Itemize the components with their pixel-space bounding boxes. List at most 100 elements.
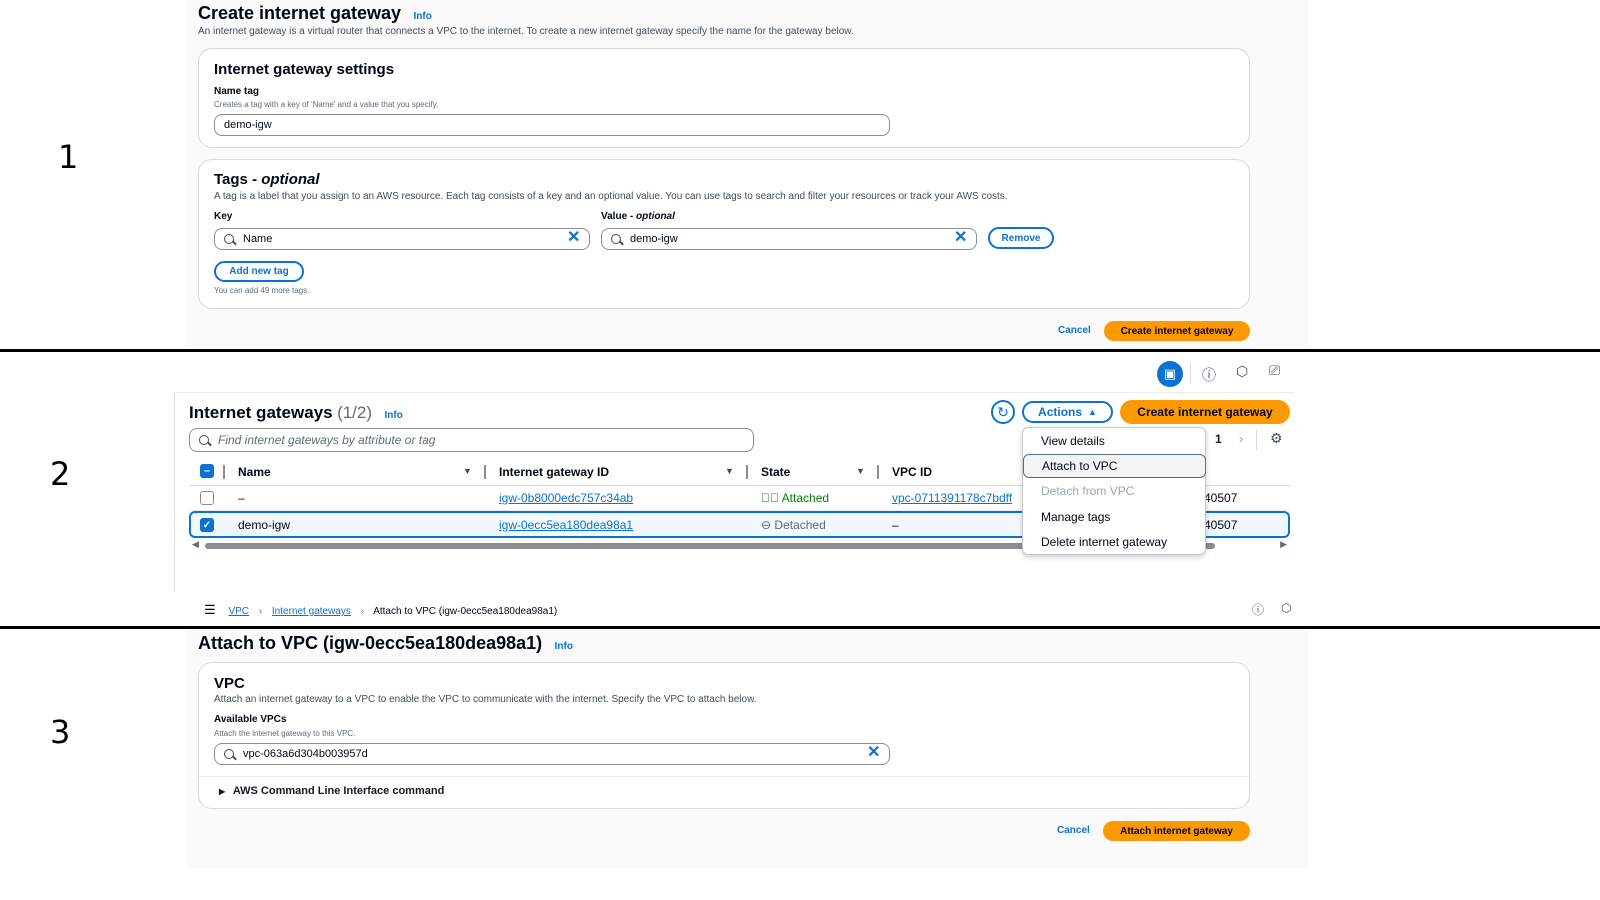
state-text: Detached: [774, 518, 826, 532]
name-tag-hint: Creates a tag with a key of 'Name' and a…: [214, 100, 439, 109]
add-new-tag-button[interactable]: Add new tag: [214, 261, 304, 282]
search-input[interactable]: Find internet gateways by attribute or t…: [189, 428, 754, 452]
next-page-icon[interactable]: ›: [1239, 432, 1243, 446]
available-vpcs-hint: Attach the internet gateway to this VPC.: [214, 729, 356, 738]
scroll-left-icon[interactable]: ◀: [192, 539, 199, 550]
breadcrumb-vpc[interactable]: VPC: [228, 606, 249, 617]
name-tag-label: Name tag: [214, 86, 260, 97]
chevron-right-icon: ›: [360, 606, 364, 617]
info-link[interactable]: Info: [414, 11, 432, 22]
list-title: Internet gateways: [189, 403, 333, 422]
optional-label: optional: [636, 211, 675, 222]
info-icon[interactable]: ⓘ: [1252, 601, 1264, 618]
refresh-icon: ↻: [997, 403, 1009, 420]
clear-value-icon[interactable]: ✕: [954, 230, 967, 246]
row-vpc-id-link[interactable]: vpc-0711391178c7bdff: [892, 491, 1022, 505]
card-title: Internet gateway settings: [214, 61, 395, 78]
cancel-button[interactable]: Cancel: [1057, 825, 1090, 836]
column-separator: [484, 465, 486, 479]
tag-value-input[interactable]: demo-igw: [601, 228, 977, 250]
column-igw-id[interactable]: Internet gateway ID: [499, 465, 609, 479]
row-owner: 40507: [1204, 518, 1238, 532]
breadcrumb-internet-gateways[interactable]: Internet gateways: [272, 606, 351, 617]
available-vpcs-label: Available VPCs: [214, 714, 287, 725]
vpc-card: VPC Attach an internet gateway to a VPC …: [198, 662, 1250, 809]
row-checkbox[interactable]: [200, 491, 214, 505]
menu-detach-from-vpc: Detach from VPC: [1041, 484, 1135, 498]
row-igw-id-link[interactable]: igw-0ecc5ea180dea98a1: [499, 518, 633, 532]
remove-tag-button[interactable]: Remove: [988, 227, 1054, 249]
layout-icon[interactable]: ▣: [1157, 361, 1183, 387]
menu-view-details[interactable]: View details: [1023, 429, 1206, 453]
cli-expander[interactable]: ▶ AWS Command Line Interface command: [219, 785, 444, 797]
page-title: Create internet gateway: [198, 3, 402, 23]
search-icon: [224, 749, 234, 759]
info-icon[interactable]: ⓘ: [1202, 365, 1216, 385]
tag-key-input[interactable]: Name: [214, 228, 590, 250]
column-separator: [877, 465, 879, 479]
search-placeholder: Find internet gateways by attribute or t…: [218, 433, 436, 447]
sort-id-icon[interactable]: ▼: [725, 466, 734, 476]
step-number-2: 2: [50, 455, 71, 493]
menu-attach-to-vpc[interactable]: Attach to VPC: [1023, 454, 1206, 478]
actions-menu: View details Attach to VPC Detach from V…: [1022, 427, 1206, 555]
minus-circle-icon: ⊖: [761, 518, 772, 532]
create-igw-header: Create internet gateway Info: [198, 3, 432, 24]
cancel-button[interactable]: Cancel: [1058, 325, 1091, 336]
scroll-right-icon[interactable]: ▶: [1280, 539, 1287, 550]
row-checkbox[interactable]: ✓: [200, 518, 214, 532]
step-number-3: 3: [50, 713, 71, 751]
vpc-select-input[interactable]: vpc-063a6d304b003957d: [214, 743, 890, 765]
actions-button[interactable]: Actions ▲: [1022, 401, 1113, 423]
column-vpc-id[interactable]: VPC ID: [892, 465, 932, 479]
state-text: Attached: [781, 491, 830, 505]
sort-name-icon[interactable]: ▼: [463, 466, 472, 476]
column-name[interactable]: Name: [238, 465, 271, 479]
menu-hamburger-icon[interactable]: ☰: [204, 602, 216, 617]
page-title: Attach to VPC (igw-0ecc5ea180dea98a1): [198, 633, 543, 653]
breadcrumb: ☰ VPC › Internet gateways › Attach to VP…: [204, 602, 557, 618]
card-title: VPC: [214, 675, 245, 692]
attach-igw-button[interactable]: Attach internet gateway: [1103, 821, 1250, 841]
row-name: –: [238, 491, 245, 505]
preferences-gear-icon[interactable]: ⚙: [1270, 431, 1283, 447]
name-tag-value: demo-igw: [224, 119, 272, 131]
value-label: Value - optional: [601, 211, 675, 222]
info-link[interactable]: Info: [555, 641, 573, 652]
page-description: An internet gateway is a virtual router …: [198, 26, 854, 37]
menu-delete-igw[interactable]: Delete internet gateway: [1023, 530, 1206, 554]
cli-label: AWS Command Line Interface command: [232, 785, 445, 797]
optional-label: optional: [261, 171, 320, 188]
toolbar-separator: [1190, 364, 1191, 384]
tag-value-value: demo-igw: [630, 233, 678, 245]
name-tag-input[interactable]: demo-igw: [214, 114, 890, 136]
settings-hex-icon[interactable]: ⬡: [1236, 364, 1248, 380]
key-label: Key: [214, 211, 233, 222]
row-owner: 40507: [1204, 491, 1238, 505]
tags-limit-hint: You can add 49 more tags.: [214, 286, 310, 295]
tags-description: A tag is a label that you assign to an A…: [214, 191, 1008, 202]
clear-vpc-icon[interactable]: ✕: [867, 745, 880, 761]
pagination-separator: [1256, 430, 1257, 450]
selection-count: (1/2): [337, 403, 373, 422]
feedback-icon[interactable]: ⎚: [1269, 363, 1280, 379]
page-number[interactable]: 1: [1215, 432, 1222, 446]
row-igw-id-link[interactable]: igw-0b8000edc757c34ab: [499, 491, 633, 505]
settings-hex-icon[interactable]: ⬡: [1281, 601, 1291, 615]
igw-settings-card: Internet gateway settings Name tag Creat…: [198, 48, 1250, 148]
select-all-checkbox[interactable]: –: [200, 464, 214, 478]
pagination: 1 ›: [1205, 432, 1243, 446]
create-igw-button[interactable]: Create internet gateway: [1120, 400, 1290, 424]
breadcrumb-current: Attach to VPC (igw-0ecc5ea180dea98a1): [373, 606, 558, 617]
info-link[interactable]: Info: [384, 410, 402, 421]
create-igw-submit-button[interactable]: Create internet gateway: [1104, 321, 1250, 341]
check-circle-icon: ✓⃝: [761, 491, 779, 505]
clear-key-icon[interactable]: ✕: [567, 230, 580, 246]
step-number-1: 1: [58, 138, 79, 176]
refresh-button[interactable]: ↻: [991, 400, 1015, 424]
value-label-text: Value -: [601, 211, 637, 222]
sort-state-icon[interactable]: ▼: [856, 466, 865, 476]
menu-manage-tags[interactable]: Manage tags: [1023, 505, 1206, 529]
search-icon: [611, 234, 621, 244]
column-state[interactable]: State: [761, 465, 790, 479]
